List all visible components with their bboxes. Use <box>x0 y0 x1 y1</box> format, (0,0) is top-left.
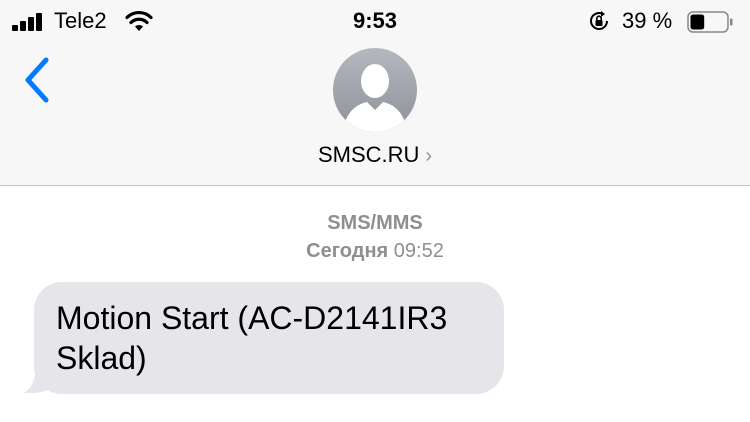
battery-icon <box>687 11 733 33</box>
service-label: SMS/MMS <box>327 212 423 234</box>
status-bar: Tele2 9:53 39 % <box>0 0 750 44</box>
battery-percentage: 39 % <box>622 8 673 33</box>
chevron-right-icon: › <box>425 145 433 167</box>
rotation-lock-icon <box>590 11 608 30</box>
contact-name: SMSC.RU <box>317 142 420 167</box>
message-timestamp: Сегодня 09:52 <box>0 240 750 263</box>
timestamp-day: Сегодня <box>306 240 389 262</box>
back-chevron-icon[interactable] <box>22 56 54 104</box>
navigation-header: Tele2 9:53 39 % SMSC.RU › <box>0 0 750 186</box>
person-silhouette-icon <box>333 48 417 132</box>
timestamp-time: 09:52 <box>393 240 444 262</box>
message-bubble[interactable]: Motion Start (AC-D2141IR3 Sklad) <box>34 282 504 394</box>
contact-name-button[interactable]: SMSC.RU › <box>0 142 750 168</box>
contact-avatar[interactable] <box>333 48 417 132</box>
